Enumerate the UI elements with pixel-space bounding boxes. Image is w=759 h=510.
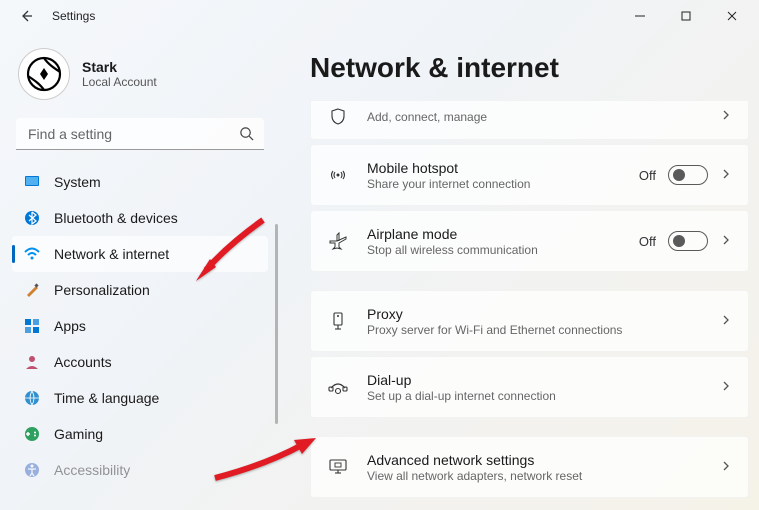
chevron-right-icon bbox=[720, 233, 732, 249]
apps-icon bbox=[24, 318, 40, 334]
sidebar-item-system[interactable]: System bbox=[12, 164, 268, 200]
avatar bbox=[18, 48, 70, 100]
card-sub: Share your internet connection bbox=[367, 177, 621, 191]
card-sub: View all network adapters, network reset bbox=[367, 469, 702, 483]
card-title: Proxy bbox=[367, 306, 702, 322]
sidebar-item-label: Personalization bbox=[54, 282, 150, 298]
card-vpn[interactable]: Add, connect, manage bbox=[310, 100, 749, 140]
sidebar-item-label: Accounts bbox=[54, 354, 112, 370]
vpn-shield-icon bbox=[327, 107, 349, 125]
sidebar-item-apps[interactable]: Apps bbox=[12, 308, 268, 344]
minimize-button[interactable] bbox=[617, 0, 663, 32]
sidebar-item-label: Bluetooth & devices bbox=[54, 210, 178, 226]
card-title: Mobile hotspot bbox=[367, 160, 621, 176]
card-sub: Add, connect, manage bbox=[367, 110, 702, 124]
card-airplane-mode[interactable]: Airplane mode Stop all wireless communic… bbox=[310, 210, 749, 272]
card-sub: Stop all wireless communication bbox=[367, 243, 621, 257]
system-icon bbox=[24, 174, 40, 190]
hotspot-icon bbox=[327, 165, 349, 185]
card-title: Advanced network settings bbox=[367, 452, 702, 468]
chevron-right-icon bbox=[720, 379, 732, 395]
globe-clock-icon bbox=[24, 390, 40, 406]
sidebar-item-accessibility[interactable]: Accessibility bbox=[12, 452, 268, 488]
gaming-icon bbox=[24, 426, 40, 442]
brush-icon bbox=[24, 282, 40, 298]
chevron-right-icon bbox=[720, 459, 732, 475]
card-mobile-hotspot[interactable]: Mobile hotspot Share your internet conne… bbox=[310, 144, 749, 206]
card-sub: Proxy server for Wi-Fi and Ethernet conn… bbox=[367, 323, 702, 337]
dialup-icon bbox=[327, 378, 349, 396]
sidebar-item-label: System bbox=[54, 174, 101, 190]
chevron-right-icon bbox=[720, 313, 732, 329]
card-title: Airplane mode bbox=[367, 226, 621, 242]
close-button[interactable] bbox=[709, 0, 755, 32]
accessibility-icon bbox=[24, 462, 40, 478]
sidebar-item-label: Accessibility bbox=[54, 462, 130, 478]
sidebar-item-gaming[interactable]: Gaming bbox=[12, 416, 268, 452]
airplane-icon bbox=[327, 231, 349, 251]
profile-block[interactable]: Stark Local Account bbox=[0, 40, 280, 118]
sidebar-item-accounts[interactable]: Accounts bbox=[12, 344, 268, 380]
page-title: Network & internet bbox=[310, 52, 749, 84]
window-title: Settings bbox=[52, 9, 95, 23]
sidebar: Stark Local Account System Bluetooth & d… bbox=[0, 32, 280, 510]
titlebar: Settings bbox=[0, 0, 759, 32]
airplane-toggle[interactable] bbox=[668, 231, 708, 251]
bluetooth-icon bbox=[24, 210, 40, 226]
maximize-button[interactable] bbox=[663, 0, 709, 32]
sidebar-item-label: Time & language bbox=[54, 390, 159, 406]
proxy-icon bbox=[327, 311, 349, 331]
sidebar-scrollbar[interactable] bbox=[275, 224, 278, 424]
sidebar-item-bluetooth[interactable]: Bluetooth & devices bbox=[12, 200, 268, 236]
card-proxy[interactable]: Proxy Proxy server for Wi-Fi and Etherne… bbox=[310, 290, 749, 352]
search-input[interactable] bbox=[16, 118, 264, 150]
sidebar-item-personalization[interactable]: Personalization bbox=[12, 272, 268, 308]
sidebar-item-label: Apps bbox=[54, 318, 86, 334]
sidebar-item-label: Network & internet bbox=[54, 246, 169, 262]
wifi-icon bbox=[24, 246, 40, 262]
profile-name: Stark bbox=[82, 59, 157, 75]
nav-list: System Bluetooth & devices Network & int… bbox=[0, 164, 280, 488]
monitor-ethernet-icon bbox=[327, 457, 349, 477]
toggle-state-label: Off bbox=[639, 168, 656, 183]
sidebar-item-time[interactable]: Time & language bbox=[12, 380, 268, 416]
profile-sub: Local Account bbox=[82, 75, 157, 89]
card-title: Dial-up bbox=[367, 372, 702, 388]
hotspot-toggle[interactable] bbox=[668, 165, 708, 185]
chevron-right-icon bbox=[720, 167, 732, 183]
back-button[interactable] bbox=[16, 6, 36, 26]
sidebar-item-network[interactable]: Network & internet bbox=[12, 236, 268, 272]
card-sub: Set up a dial-up internet connection bbox=[367, 389, 702, 403]
card-dialup[interactable]: Dial-up Set up a dial-up internet connec… bbox=[310, 356, 749, 418]
toggle-state-label: Off bbox=[639, 234, 656, 249]
card-advanced-network[interactable]: Advanced network settings View all netwo… bbox=[310, 436, 749, 498]
chevron-right-icon bbox=[720, 108, 732, 124]
accounts-icon bbox=[24, 354, 40, 370]
search-icon bbox=[239, 126, 254, 144]
sidebar-item-label: Gaming bbox=[54, 426, 103, 442]
main-content: Network & internet Add, connect, manage … bbox=[280, 32, 759, 510]
